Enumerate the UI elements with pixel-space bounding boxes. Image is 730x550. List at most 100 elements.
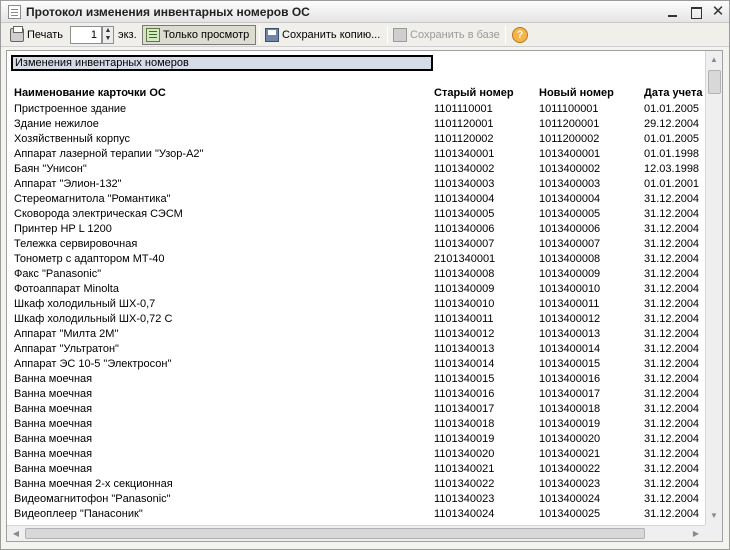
scroll-up-arrow-icon[interactable]: ▲ bbox=[706, 52, 722, 68]
cell-date: 31.12.2004 bbox=[644, 403, 700, 415]
cell-old-number: 1101340006 bbox=[434, 223, 495, 235]
cell-new-number: 1013400016 bbox=[539, 373, 601, 385]
cell-name: Хозяйственный корпус bbox=[14, 133, 130, 145]
cell-new-number: 1013400025 bbox=[539, 508, 601, 520]
cell-new-number: 1013400019 bbox=[539, 418, 601, 430]
column-header-name: Наименование карточки ОС bbox=[14, 87, 166, 99]
save-copy-label: Сохранить копию... bbox=[282, 29, 381, 41]
cell-new-number: 1013400013 bbox=[539, 328, 601, 340]
cell-date: 31.12.2004 bbox=[644, 448, 700, 460]
cell-name: Тонометр с адаптором МТ-40 bbox=[14, 253, 165, 265]
column-header-old-number: Старый номер bbox=[434, 87, 514, 99]
cell-new-number: 1013400024 bbox=[539, 493, 601, 505]
cell-date: 31.12.2004 bbox=[644, 388, 700, 400]
cell-date: 31.12.2004 bbox=[644, 508, 700, 520]
copies-input[interactable]: 1 bbox=[70, 26, 102, 44]
save-to-database-button[interactable]: Сохранить в базе bbox=[393, 25, 500, 45]
cell-new-number: 1013400007 bbox=[539, 238, 601, 250]
horizontal-scroll-thumb[interactable] bbox=[25, 528, 645, 539]
cell-old-number: 1101340004 bbox=[434, 193, 495, 205]
print-button[interactable]: Печать bbox=[10, 25, 63, 45]
toolbar-separator bbox=[259, 26, 260, 44]
toolbar-separator bbox=[387, 26, 388, 44]
cell-new-number: 1013400004 bbox=[539, 193, 601, 205]
table-row: Стереомагнитола "Романтика" 1101340004 101… bbox=[7, 192, 707, 207]
help-button[interactable]: ? bbox=[512, 25, 528, 45]
cell-old-number: 1101340018 bbox=[434, 418, 495, 430]
minimize-button[interactable] bbox=[665, 4, 681, 20]
cell-name: Шкаф холодильный ШХ-0,7 bbox=[14, 298, 156, 310]
column-header-date: Дата учета bbox=[644, 87, 703, 99]
table-row: Здание нежилое 1101120001 1011200001 29.12.… bbox=[7, 117, 707, 132]
cell-new-number: 1013400017 bbox=[539, 388, 601, 400]
table-row: Видеоплеер "Панасоник" 1101340024 10134000… bbox=[7, 507, 707, 522]
cell-new-number: 1013400011 bbox=[539, 298, 600, 310]
copies-stepper[interactable]: ▲ ▼ bbox=[102, 26, 114, 44]
cell-name: Факс "Panasonic" bbox=[14, 268, 102, 280]
cell-date: 31.12.2004 bbox=[644, 223, 700, 235]
vertical-scrollbar[interactable]: ▲ ▼ bbox=[705, 51, 722, 525]
cell-date: 31.12.2004 bbox=[644, 433, 700, 445]
cell-new-number: 1013400001 bbox=[539, 148, 601, 160]
cell-old-number: 1101340015 bbox=[434, 373, 495, 385]
table-row: Видеомагнитофон "Panasonic" 1101340023 101… bbox=[7, 492, 707, 507]
cell-name: Ванна моечная bbox=[14, 433, 93, 445]
report-header: Изменения инвентарных номеров bbox=[11, 55, 433, 71]
save-copy-button[interactable]: Сохранить копию... bbox=[265, 25, 380, 45]
cell-name: Ванна моечная bbox=[14, 403, 93, 415]
cell-date: 31.12.2004 bbox=[644, 493, 700, 505]
cell-old-number: 1101340011 bbox=[434, 313, 494, 325]
scroll-left-arrow-icon[interactable]: ◀ bbox=[8, 526, 24, 541]
cell-date: 31.12.2004 bbox=[644, 373, 700, 385]
cell-date: 31.12.2004 bbox=[644, 238, 700, 250]
scrollbar-corner bbox=[705, 525, 722, 541]
cell-date: 31.12.2004 bbox=[644, 313, 700, 325]
cell-old-number: 1101340021 bbox=[434, 463, 495, 475]
toolbar-separator bbox=[505, 26, 506, 44]
floppy-disk-icon bbox=[265, 28, 279, 42]
cell-date: 31.12.2004 bbox=[644, 283, 700, 295]
cell-name: Баян "Унисон" bbox=[14, 163, 87, 175]
cell-new-number: 1013400021 bbox=[539, 448, 601, 460]
cell-new-number: 1013400012 bbox=[539, 313, 601, 325]
cell-name: Шкаф холодильный ШХ-0,72 С bbox=[14, 313, 173, 325]
cell-old-number: 1101340014 bbox=[434, 358, 495, 370]
view-only-label: Только просмотр bbox=[163, 29, 250, 41]
scroll-right-arrow-icon[interactable]: ▶ bbox=[688, 526, 704, 541]
cell-old-number: 1101340005 bbox=[434, 208, 495, 220]
table-row: Аппарат лазерной терапии "Узор-А2" 110134… bbox=[7, 147, 707, 162]
cell-date: 01.01.2001 bbox=[644, 178, 700, 190]
title-bar[interactable]: Протокол изменения инвентарных номеров О… bbox=[1, 1, 729, 23]
close-button[interactable]: ✕ bbox=[710, 4, 726, 20]
report-area[interactable]: Изменения инвентарных номеров Наименован… bbox=[6, 50, 723, 542]
save-to-database-label: Сохранить в базе bbox=[410, 29, 500, 41]
cell-name: Ванна моечная bbox=[14, 418, 93, 430]
cell-date: 31.12.2004 bbox=[644, 298, 700, 310]
cell-date: 31.12.2004 bbox=[644, 463, 700, 475]
cell-name: Ванна моечная bbox=[14, 388, 93, 400]
table-row: Ванна моечная 1101340015 1013400016 31.12.2… bbox=[7, 372, 707, 387]
view-only-button[interactable]: Только просмотр bbox=[142, 25, 256, 45]
table-row: Шкаф холодильный ШХ-0,7 1101340010 1013400… bbox=[7, 297, 707, 312]
horizontal-scrollbar[interactable]: ◀ ▶ bbox=[7, 525, 705, 541]
scroll-down-arrow-icon[interactable]: ▼ bbox=[706, 508, 722, 524]
cell-old-number: 1101340003 bbox=[434, 178, 495, 190]
maximize-button[interactable] bbox=[688, 4, 704, 20]
cell-new-number: 1013400005 bbox=[539, 208, 601, 220]
cell-old-number: 1101120001 bbox=[434, 118, 494, 130]
cell-name: Принтер HP L 1200 bbox=[14, 223, 112, 235]
cell-name: Ванна моечная 2-х секционная bbox=[14, 478, 173, 490]
table-row: Фотоаппарат Minolta 1101340009 1013400010 3… bbox=[7, 282, 707, 297]
cell-name: Здание нежилое bbox=[14, 118, 99, 130]
table-row: Тонометр с адаптором МТ-40 2101340001 1013… bbox=[7, 252, 707, 267]
cell-name: Аппарат "Милта 2М" bbox=[14, 328, 119, 340]
table-row: Пристроенное здание 1101110001 1011100001 0… bbox=[7, 102, 707, 117]
vertical-scroll-thumb[interactable] bbox=[708, 70, 721, 94]
cell-date: 31.12.2004 bbox=[644, 343, 700, 355]
table-row: Аппарат "Ультратон" 1101340013 1013400014 3… bbox=[7, 342, 707, 357]
cell-old-number: 1101340020 bbox=[434, 448, 495, 460]
document-icon bbox=[8, 5, 21, 19]
cell-new-number: 1013400022 bbox=[539, 463, 601, 475]
cell-date: 31.12.2004 bbox=[644, 478, 700, 490]
cell-old-number: 1101340012 bbox=[434, 328, 495, 340]
